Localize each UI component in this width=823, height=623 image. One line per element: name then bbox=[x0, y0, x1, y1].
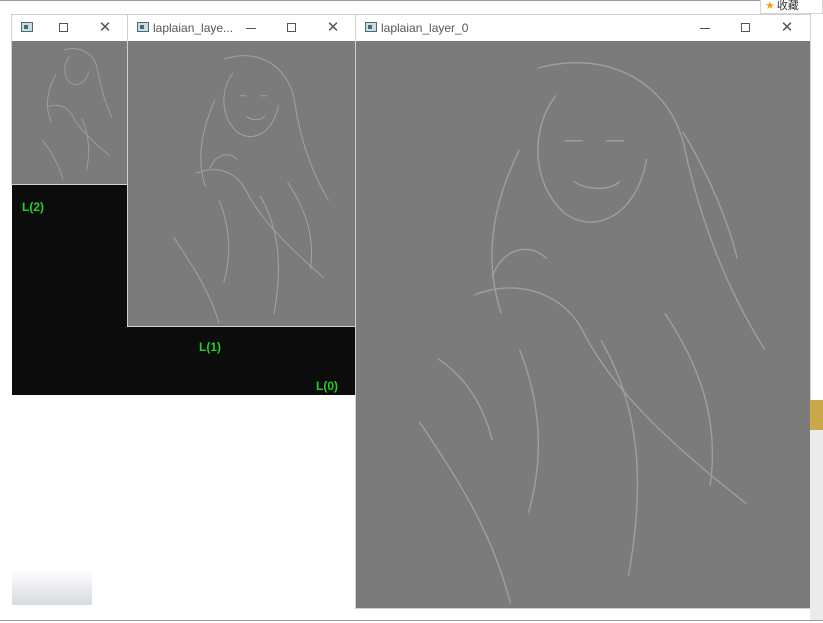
app-icon bbox=[365, 22, 377, 32]
window-laplacian-layer-2[interactable]: ✕ bbox=[12, 15, 128, 184]
edge-image bbox=[41, 48, 113, 180]
window-title: laplaian_layer_0 bbox=[381, 21, 469, 35]
background-window-edge bbox=[810, 430, 823, 620]
window-laplacian-layer-1[interactable]: laplaian_laye... ✕ bbox=[128, 15, 356, 326]
background-strip bbox=[12, 570, 92, 605]
minimize-icon[interactable] bbox=[698, 21, 712, 35]
star-icon: ★ bbox=[765, 0, 775, 12]
window-title: laplaian_laye... bbox=[153, 21, 234, 35]
background-window-edge bbox=[810, 400, 823, 430]
app-icon bbox=[21, 22, 33, 32]
laplacian-image-l2 bbox=[12, 41, 128, 184]
screen-top-border bbox=[0, 0, 823, 1]
title-bar[interactable]: laplaian_layer_0 ✕ bbox=[356, 15, 810, 41]
minimize-icon[interactable] bbox=[244, 21, 258, 35]
label-l0: L(0) bbox=[316, 379, 338, 393]
close-icon[interactable]: ✕ bbox=[98, 20, 112, 35]
maximize-icon[interactable] bbox=[57, 21, 71, 35]
label-l2: L(2) bbox=[22, 200, 44, 214]
laplacian-image-l1 bbox=[128, 41, 356, 326]
label-l1: L(1) bbox=[199, 340, 221, 354]
close-icon[interactable]: ✕ bbox=[326, 20, 340, 35]
close-icon[interactable]: ✕ bbox=[780, 20, 794, 35]
maximize-icon[interactable] bbox=[285, 21, 299, 35]
maximize-icon[interactable] bbox=[739, 21, 753, 35]
edge-image bbox=[173, 55, 330, 324]
bookmark-button[interactable]: ★ 收藏 bbox=[760, 0, 823, 14]
app-icon bbox=[137, 22, 149, 32]
edge-image bbox=[418, 62, 766, 604]
window-laplacian-layer-0[interactable]: laplaian_layer_0 ✕ bbox=[356, 15, 810, 608]
laplacian-image-l0 bbox=[356, 41, 810, 608]
bookmark-label: 收藏 bbox=[776, 0, 799, 12]
title-bar[interactable]: ✕ bbox=[12, 15, 128, 41]
screen-bottom-border bbox=[0, 620, 823, 621]
title-bar[interactable]: laplaian_laye... ✕ bbox=[128, 15, 356, 41]
